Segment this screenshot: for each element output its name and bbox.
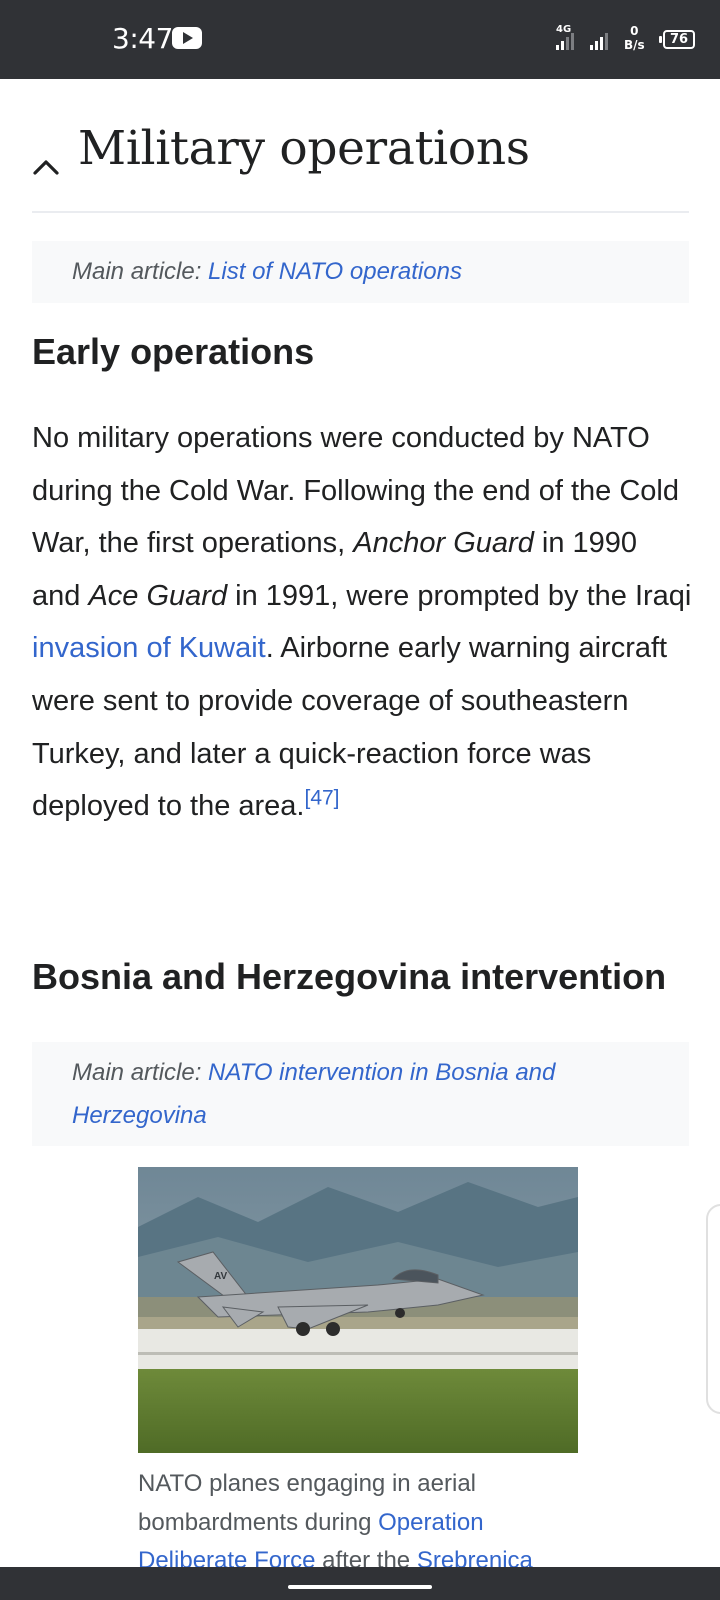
hatnote-prefix: Main article:	[72, 1059, 209, 1086]
figure-nato-jet-image[interactable]: AV	[138, 1167, 578, 1453]
svg-text:AV: AV	[214, 1271, 227, 1282]
paragraph-early-operations: No military operations were conducted by…	[32, 412, 692, 833]
italic-anchor-guard: Anchor Guard	[353, 527, 534, 560]
italic-ace-guard: Ace Guard	[88, 579, 228, 612]
subheading-early-operations: Early operations	[32, 331, 315, 372]
figure-caption: NATO planes engaging in aerial bombardme…	[138, 1465, 578, 1567]
net-speed-indicator: 0 B/s	[624, 24, 645, 52]
hatnote-main-article-bosnia: Main article: NATO intervention in Bosni…	[32, 1042, 689, 1146]
hatnote-main-article: Main article: List of NATO operations	[32, 241, 689, 303]
youtube-notification-icon	[172, 27, 202, 49]
chevron-up-icon[interactable]	[32, 153, 60, 181]
link-srebrenica[interactable]: Srebrenica	[417, 1547, 533, 1567]
caption-text: after the	[315, 1547, 417, 1567]
hatnote-prefix: Main article:	[72, 258, 209, 285]
signal-strength-icon	[556, 32, 578, 50]
subheading-bosnia-intervention: Bosnia and Herzegovina intervention	[32, 956, 667, 997]
section-title: Military operations	[78, 121, 530, 176]
side-panel-handle[interactable]	[706, 1204, 720, 1414]
status-time: 3:47	[112, 22, 173, 55]
status-bar: 3:47 4G 0 B/s 76	[0, 0, 720, 79]
article-content[interactable]: Military operations Main article: List o…	[0, 79, 720, 1567]
hatnote-link-list-of-nato-operations[interactable]: List of NATO operations	[208, 258, 462, 285]
paragraph-text: in 1991, were prompted by the Iraqi	[227, 579, 692, 612]
citation-link[interactable]: [47]	[304, 787, 339, 810]
jet-photo: AV	[138, 1167, 578, 1453]
battery-icon: 76	[659, 30, 695, 49]
link-invasion-of-kuwait[interactable]: invasion of Kuwait	[32, 632, 266, 664]
net-speed-unit: B/s	[624, 38, 645, 52]
home-gesture-handle[interactable]	[288, 1585, 432, 1589]
net-speed-value: 0	[630, 24, 639, 38]
citation-47[interactable]: [47]	[304, 787, 339, 810]
section-header-military-operations[interactable]: Military operations	[32, 119, 689, 213]
navigation-bar	[0, 1567, 720, 1600]
signal-strength-sim2-icon	[590, 32, 612, 50]
